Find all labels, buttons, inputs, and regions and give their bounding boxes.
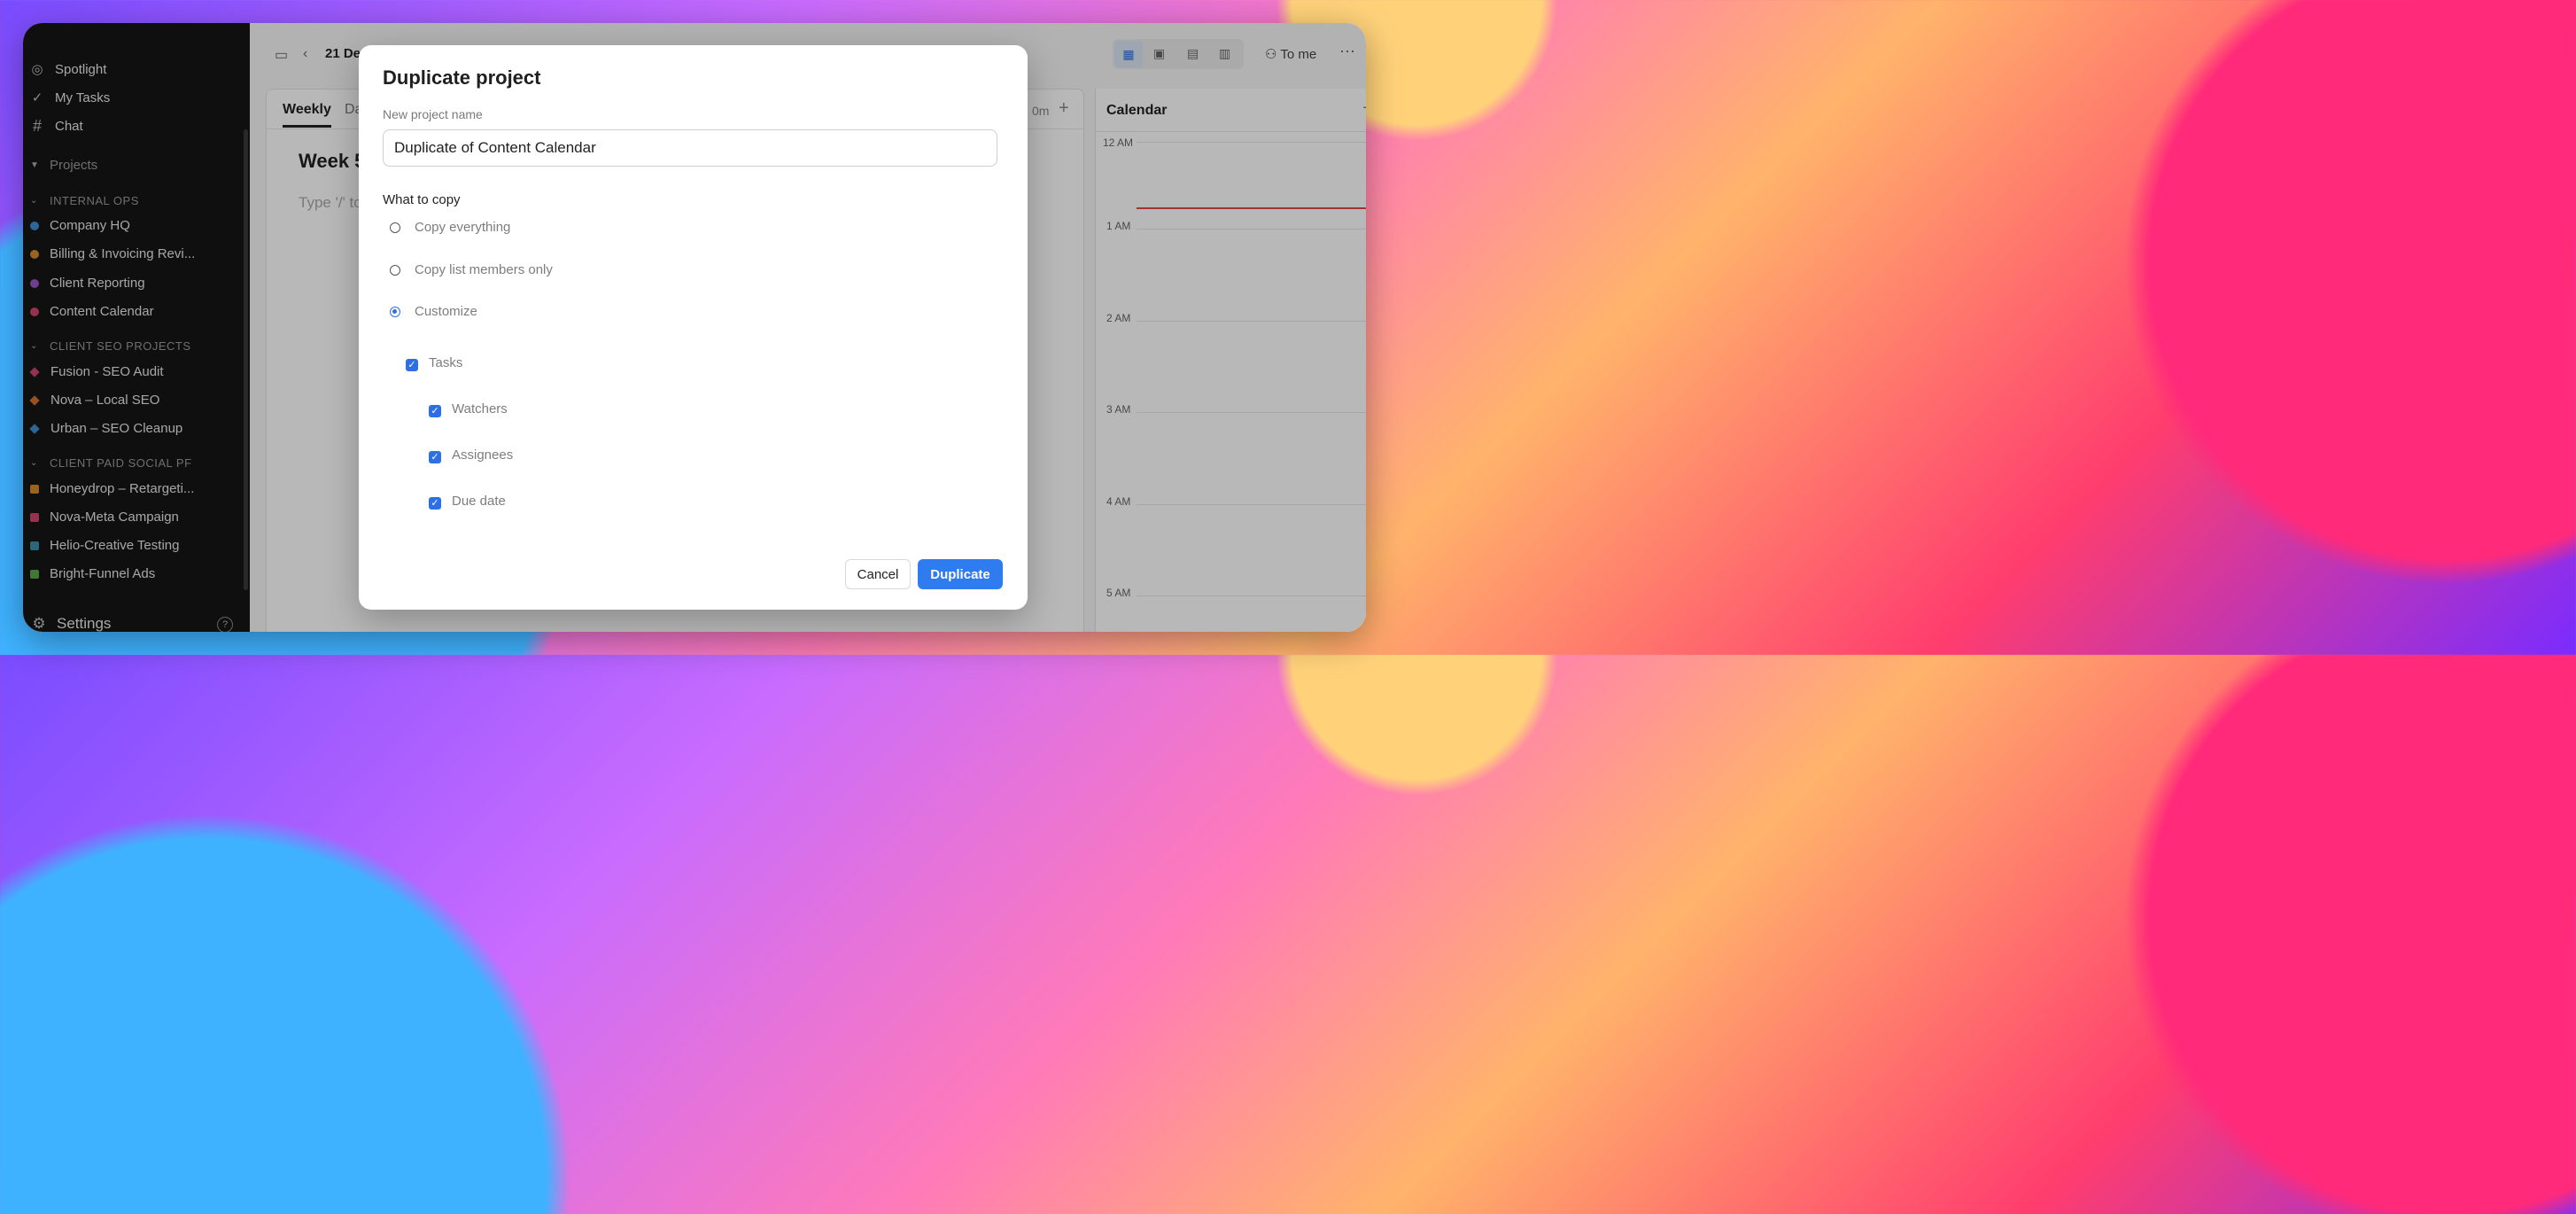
option-copy-list-members[interactable]: Copy list members only (390, 262, 553, 277)
check-due-date[interactable]: ✓ Due date (429, 492, 506, 510)
checkbox-checked-icon[interactable]: ✓ (429, 451, 441, 463)
duplicate-button[interactable]: Duplicate (918, 559, 1003, 589)
project-name-input[interactable] (383, 129, 997, 167)
checkbox-checked-icon[interactable]: ✓ (429, 405, 441, 417)
duplicate-project-dialog: Duplicate project New project name What … (359, 45, 1028, 610)
app-window: ◎ Spotlight ✓ My Tasks # Chat ▼ Projects… (23, 23, 1366, 632)
radio-button[interactable] (390, 222, 400, 233)
checkbox-checked-icon[interactable]: ✓ (406, 359, 418, 371)
checkbox-checked-icon[interactable]: ✓ (429, 497, 441, 510)
check-assignees[interactable]: ✓ Assignees (429, 446, 513, 463)
option-copy-everything[interactable]: Copy everything (390, 220, 510, 235)
cancel-button[interactable]: Cancel (845, 559, 911, 589)
check-watchers[interactable]: ✓ Watchers (429, 400, 508, 417)
copy-section-label: What to copy (383, 192, 461, 207)
radio-button-selected[interactable] (390, 306, 400, 317)
name-field-label: New project name (383, 107, 483, 121)
dialog-title: Duplicate project (383, 66, 541, 89)
check-tasks[interactable]: ✓ Tasks (406, 354, 462, 371)
option-customize[interactable]: Customize (390, 304, 477, 319)
radio-button[interactable] (390, 264, 400, 276)
